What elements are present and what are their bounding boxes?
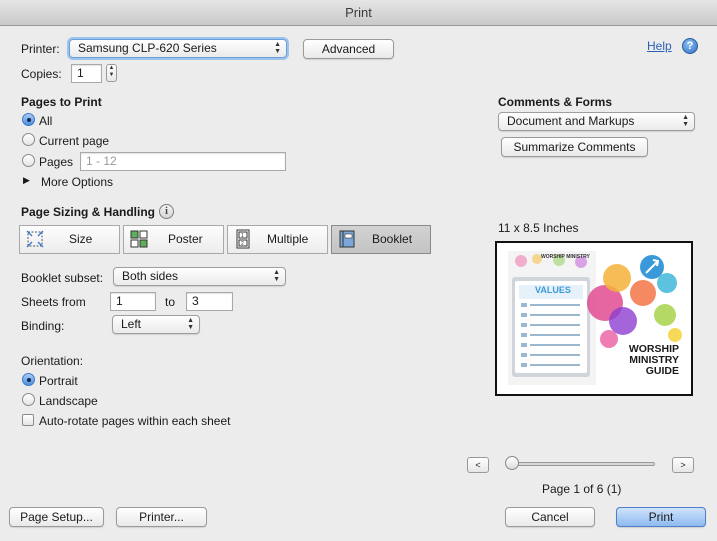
- autorotate-checkbox[interactable]: [22, 414, 34, 426]
- all-pages-label[interactable]: All: [39, 114, 52, 128]
- sheets-to-input[interactable]: 3: [186, 292, 233, 311]
- previous-page-button[interactable]: <: [467, 457, 489, 473]
- binding-select[interactable]: Left ▲ ▼: [112, 315, 200, 334]
- tab-multiple[interactable]: 1 2 Multiple: [227, 225, 328, 254]
- page-setup-button[interactable]: Page Setup...: [9, 507, 104, 527]
- poster-icon: [130, 230, 148, 248]
- svg-text:2: 2: [241, 241, 244, 247]
- booklet-icon: [339, 230, 355, 248]
- page-status: Page 1 of 6 (1): [542, 482, 622, 496]
- updown-arrows-icon: ▲ ▼: [187, 317, 194, 331]
- page-slider-thumb[interactable]: [505, 456, 519, 470]
- tab-booklet-label: Booklet: [372, 232, 413, 246]
- info-icon[interactable]: i: [159, 204, 174, 219]
- svg-text:1: 1: [241, 233, 244, 239]
- advanced-button[interactable]: Advanced: [303, 39, 394, 59]
- pages-heading: Pages to Print: [21, 95, 102, 109]
- printer-label: Printer:: [21, 42, 60, 56]
- tab-poster[interactable]: Poster: [123, 225, 224, 254]
- landscape-radio[interactable]: [22, 393, 35, 406]
- all-pages-radio[interactable]: [22, 113, 35, 126]
- autorotate-label[interactable]: Auto-rotate pages within each sheet: [39, 414, 230, 428]
- updown-arrows-icon: ▲ ▼: [682, 114, 689, 128]
- page-range-label[interactable]: Pages: [39, 155, 73, 169]
- copies-label: Copies:: [21, 67, 62, 81]
- tab-poster-label: Poster: [168, 232, 203, 246]
- portrait-label[interactable]: Portrait: [39, 374, 78, 388]
- window-titlebar: Print: [0, 0, 717, 26]
- copies-stepper[interactable]: ▲ ▼: [106, 64, 117, 82]
- window-title: Print: [345, 5, 372, 20]
- printer-button[interactable]: Printer...: [116, 507, 207, 527]
- tab-booklet[interactable]: Booklet: [331, 225, 431, 254]
- preview-guide-title: WORSHIP MINISTRY GUIDE: [621, 344, 679, 377]
- size-icon: [26, 230, 44, 248]
- portrait-radio[interactable]: [22, 373, 35, 386]
- updown-arrows-icon: ▲ ▼: [274, 41, 281, 55]
- preview-header-text: WORSHIP MINISTRY: [541, 254, 590, 260]
- sheets-from-label: Sheets from: [21, 295, 86, 309]
- printer-select-value: Samsung CLP-620 Series: [78, 41, 217, 55]
- paper-size-label: 11 x 8.5 Inches: [498, 221, 579, 235]
- orientation-heading: Orientation:: [21, 354, 84, 368]
- multiple-pages-icon: 1 2: [236, 229, 250, 249]
- printer-select[interactable]: Samsung CLP-620 Series ▲ ▼: [69, 39, 287, 58]
- help-link[interactable]: Help: [647, 39, 672, 53]
- page-range-input[interactable]: 1 - 12: [80, 152, 286, 171]
- summarize-comments-button[interactable]: Summarize Comments: [501, 137, 648, 157]
- help-icon[interactable]: ?: [682, 38, 698, 54]
- page-slider-track[interactable]: [511, 462, 655, 466]
- booklet-subset-select[interactable]: Both sides ▲ ▼: [113, 267, 286, 286]
- stepper-arrows-icon: ▲ ▼: [108, 65, 115, 78]
- booklet-subset-label: Booklet subset:: [21, 271, 104, 285]
- tab-multiple-label: Multiple: [267, 232, 309, 246]
- print-dialog: Printer: Samsung CLP-620 Series ▲ ▼ Advan…: [0, 26, 717, 541]
- comments-heading: Comments & Forms: [498, 95, 613, 109]
- page-preview: WORSHIP MINISTRY VALUES WORSHIP MINISTRY…: [495, 241, 693, 396]
- tab-size-label: Size: [69, 232, 93, 246]
- copies-field[interactable]: 1: [71, 64, 102, 83]
- booklet-subset-value: Both sides: [122, 269, 179, 283]
- binding-value: Left: [121, 317, 142, 331]
- current-page-radio[interactable]: [22, 133, 35, 146]
- disclosure-triangle-icon[interactable]: ▶: [23, 175, 30, 186]
- sheets-from-input[interactable]: 1: [110, 292, 156, 311]
- more-options-toggle[interactable]: More Options: [41, 175, 113, 189]
- sheets-to-label: to: [165, 295, 176, 309]
- updown-arrows-icon: ▲ ▼: [273, 269, 280, 283]
- sizing-heading: Page Sizing & Handling: [21, 205, 156, 219]
- page-range-radio[interactable]: [22, 154, 35, 167]
- cancel-button[interactable]: Cancel: [505, 507, 595, 527]
- tab-size[interactable]: Size: [19, 225, 120, 254]
- comments-select-value: Document and Markups: [507, 114, 635, 128]
- preview-guide-line3: GUIDE: [645, 365, 679, 377]
- landscape-label[interactable]: Landscape: [39, 394, 98, 408]
- next-page-button[interactable]: >: [672, 457, 694, 473]
- current-page-label[interactable]: Current page: [39, 134, 109, 148]
- preview-values-text: VALUES: [535, 285, 571, 295]
- comments-select[interactable]: Document and Markups ▲ ▼: [498, 112, 695, 131]
- print-button[interactable]: Print: [616, 507, 706, 527]
- binding-label: Binding:: [21, 319, 65, 333]
